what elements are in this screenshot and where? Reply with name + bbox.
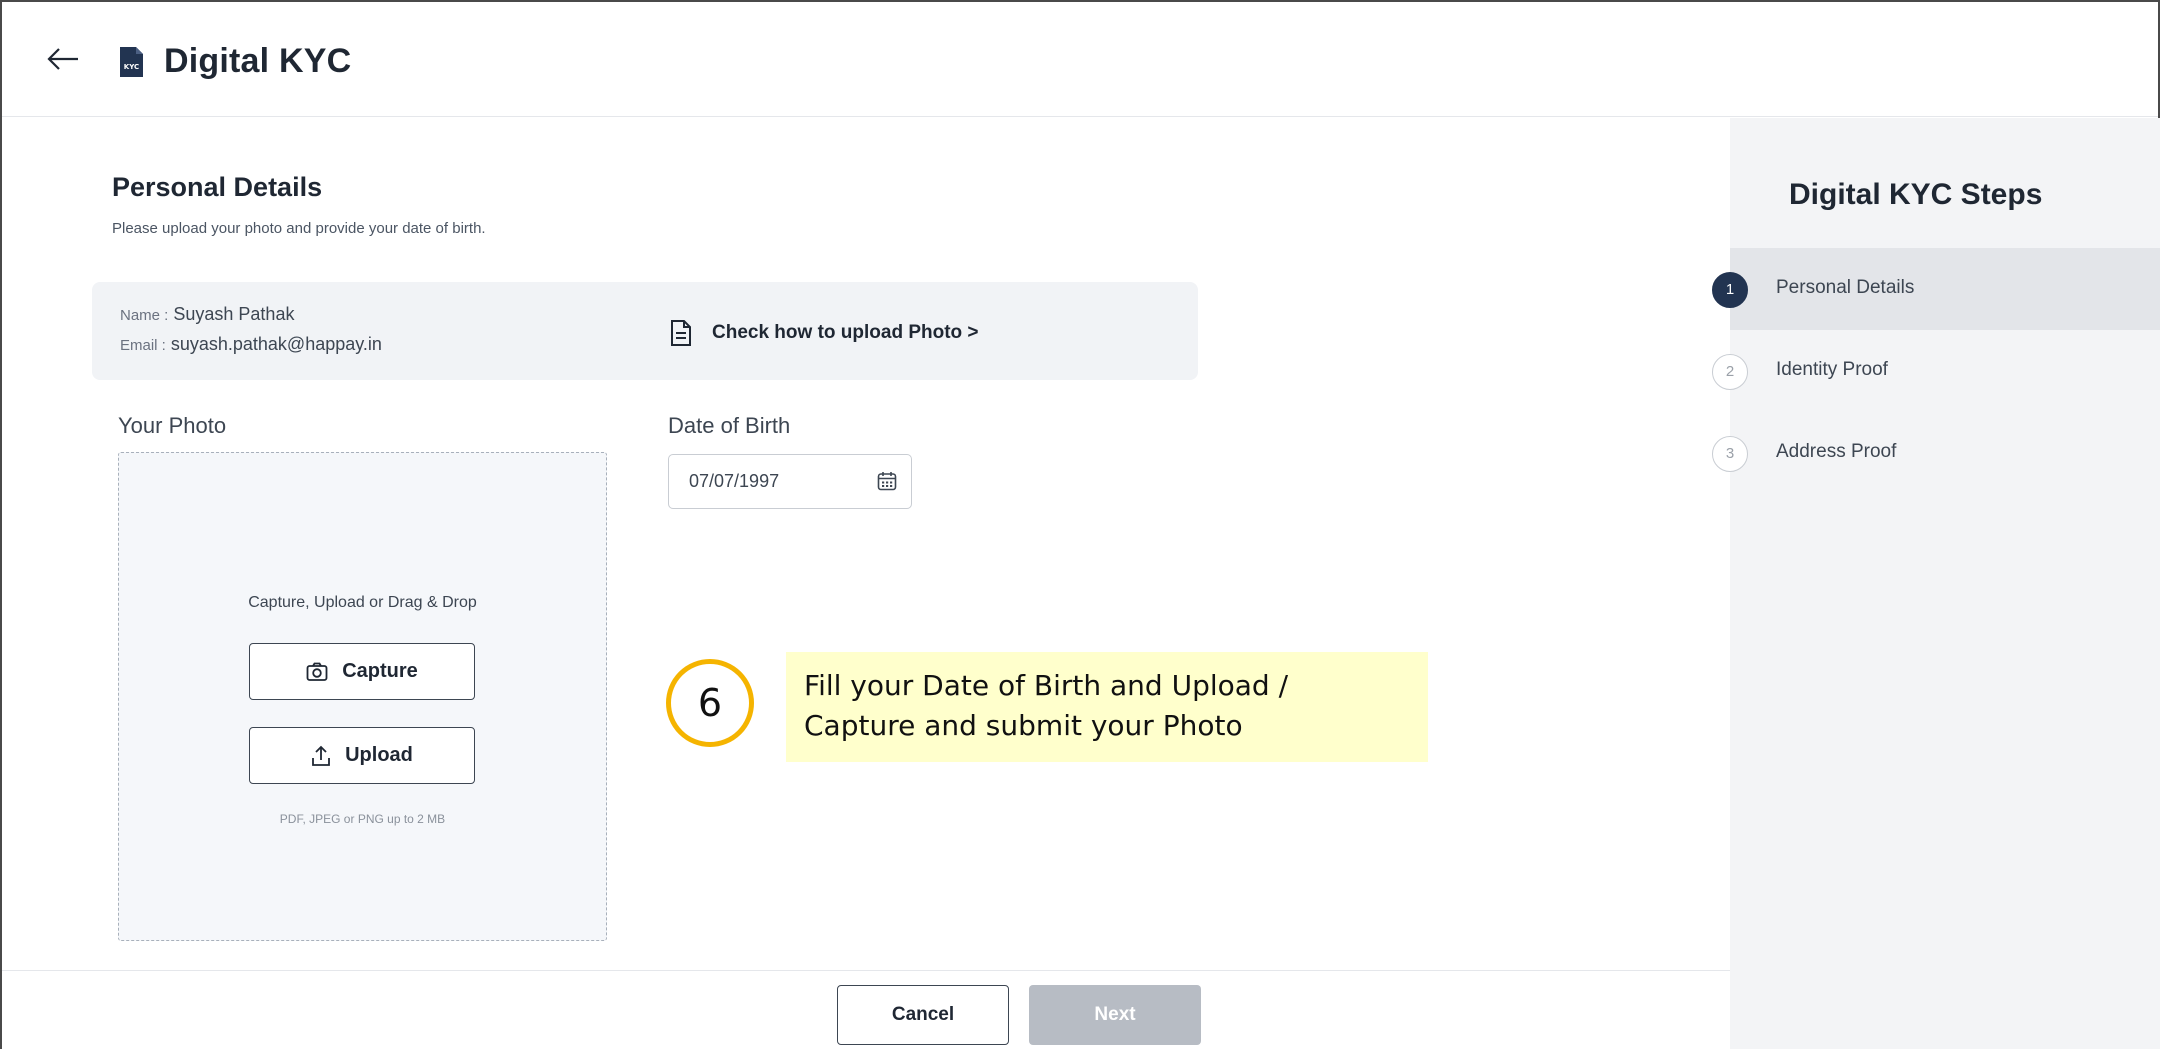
page-title: Digital KYC — [164, 42, 352, 80]
name-label: Name : — [120, 307, 169, 324]
step-label: Personal Details — [1776, 277, 1915, 298]
top-header: KYC Digital KYC — [2, 2, 2158, 117]
annotation-callout: Fill your Date of Birth and Upload / Cap… — [786, 652, 1428, 762]
upload-label: Upload — [345, 744, 413, 766]
back-arrow-icon[interactable] — [46, 44, 80, 74]
annotation-line-1: Fill your Date of Birth and Upload / — [804, 669, 1289, 702]
upload-icon — [312, 745, 331, 766]
photo-label: Your Photo — [118, 413, 227, 438]
document-icon — [671, 320, 691, 346]
kyc-steps-sidebar: Digital KYC Steps 1 Personal Details 2 I… — [1712, 118, 2160, 1049]
name-row: Name : Suyash Pathak — [120, 304, 294, 325]
step-number: 3 — [1712, 436, 1748, 472]
app-window: KYC Digital KYC Personal Details Please … — [0, 0, 2160, 1049]
step-label: Address Proof — [1776, 441, 1897, 462]
step-number: 2 — [1712, 354, 1748, 390]
sidebar-title: Digital KYC Steps — [1789, 178, 2043, 211]
file-format-hint: PDF, JPEG or PNG up to 2 MB — [279, 812, 446, 826]
footer-bar: Cancel Next — [2, 970, 1730, 1049]
email-row: Email : suyash.pathak@happay.in — [120, 334, 382, 355]
annotation-line-2: Capture and submit your Photo — [804, 709, 1243, 742]
check-upload-guide-label: Check how to upload Photo > — [712, 322, 979, 343]
step-personal-details[interactable]: 1 Personal Details — [1712, 248, 2160, 330]
user-info-box: Name : Suyash Pathak Email : suyash.path… — [92, 282, 1198, 380]
dob-label: Date of Birth — [668, 413, 791, 438]
photo-dropzone[interactable]: Capture, Upload or Drag & Drop Capture U… — [118, 452, 607, 941]
camera-icon — [306, 662, 328, 681]
svg-text:KYC: KYC — [124, 63, 139, 71]
annotation-step-number: 6 — [666, 659, 754, 747]
cancel-button[interactable]: Cancel — [837, 985, 1009, 1045]
email-label: Email : — [120, 337, 166, 354]
step-label: Identity Proof — [1776, 359, 1888, 380]
step-number: 1 — [1712, 272, 1748, 308]
check-upload-guide-link[interactable]: Check how to upload Photo > — [670, 320, 979, 346]
step-identity-proof[interactable]: 2 Identity Proof — [1712, 330, 2160, 412]
name-value: Suyash Pathak — [173, 304, 295, 324]
section-title: Personal Details — [112, 172, 323, 202]
dob-value: 07/07/1997 — [689, 471, 780, 491]
kyc-document-icon: KYC — [120, 47, 143, 77]
dob-field[interactable]: 07/07/1997 — [668, 454, 912, 509]
capture-label: Capture — [342, 660, 418, 682]
calendar-icon[interactable] — [877, 471, 897, 491]
capture-button[interactable]: Capture — [249, 643, 475, 700]
email-value: suyash.pathak@happay.in — [170, 334, 382, 354]
upload-button[interactable]: Upload — [249, 727, 475, 784]
step-address-proof[interactable]: 3 Address Proof — [1712, 412, 2160, 494]
section-subtitle: Please upload your photo and provide you… — [112, 220, 486, 237]
dropzone-text: Capture, Upload or Drag & Drop — [248, 594, 477, 611]
next-button[interactable]: Next — [1029, 985, 1201, 1045]
